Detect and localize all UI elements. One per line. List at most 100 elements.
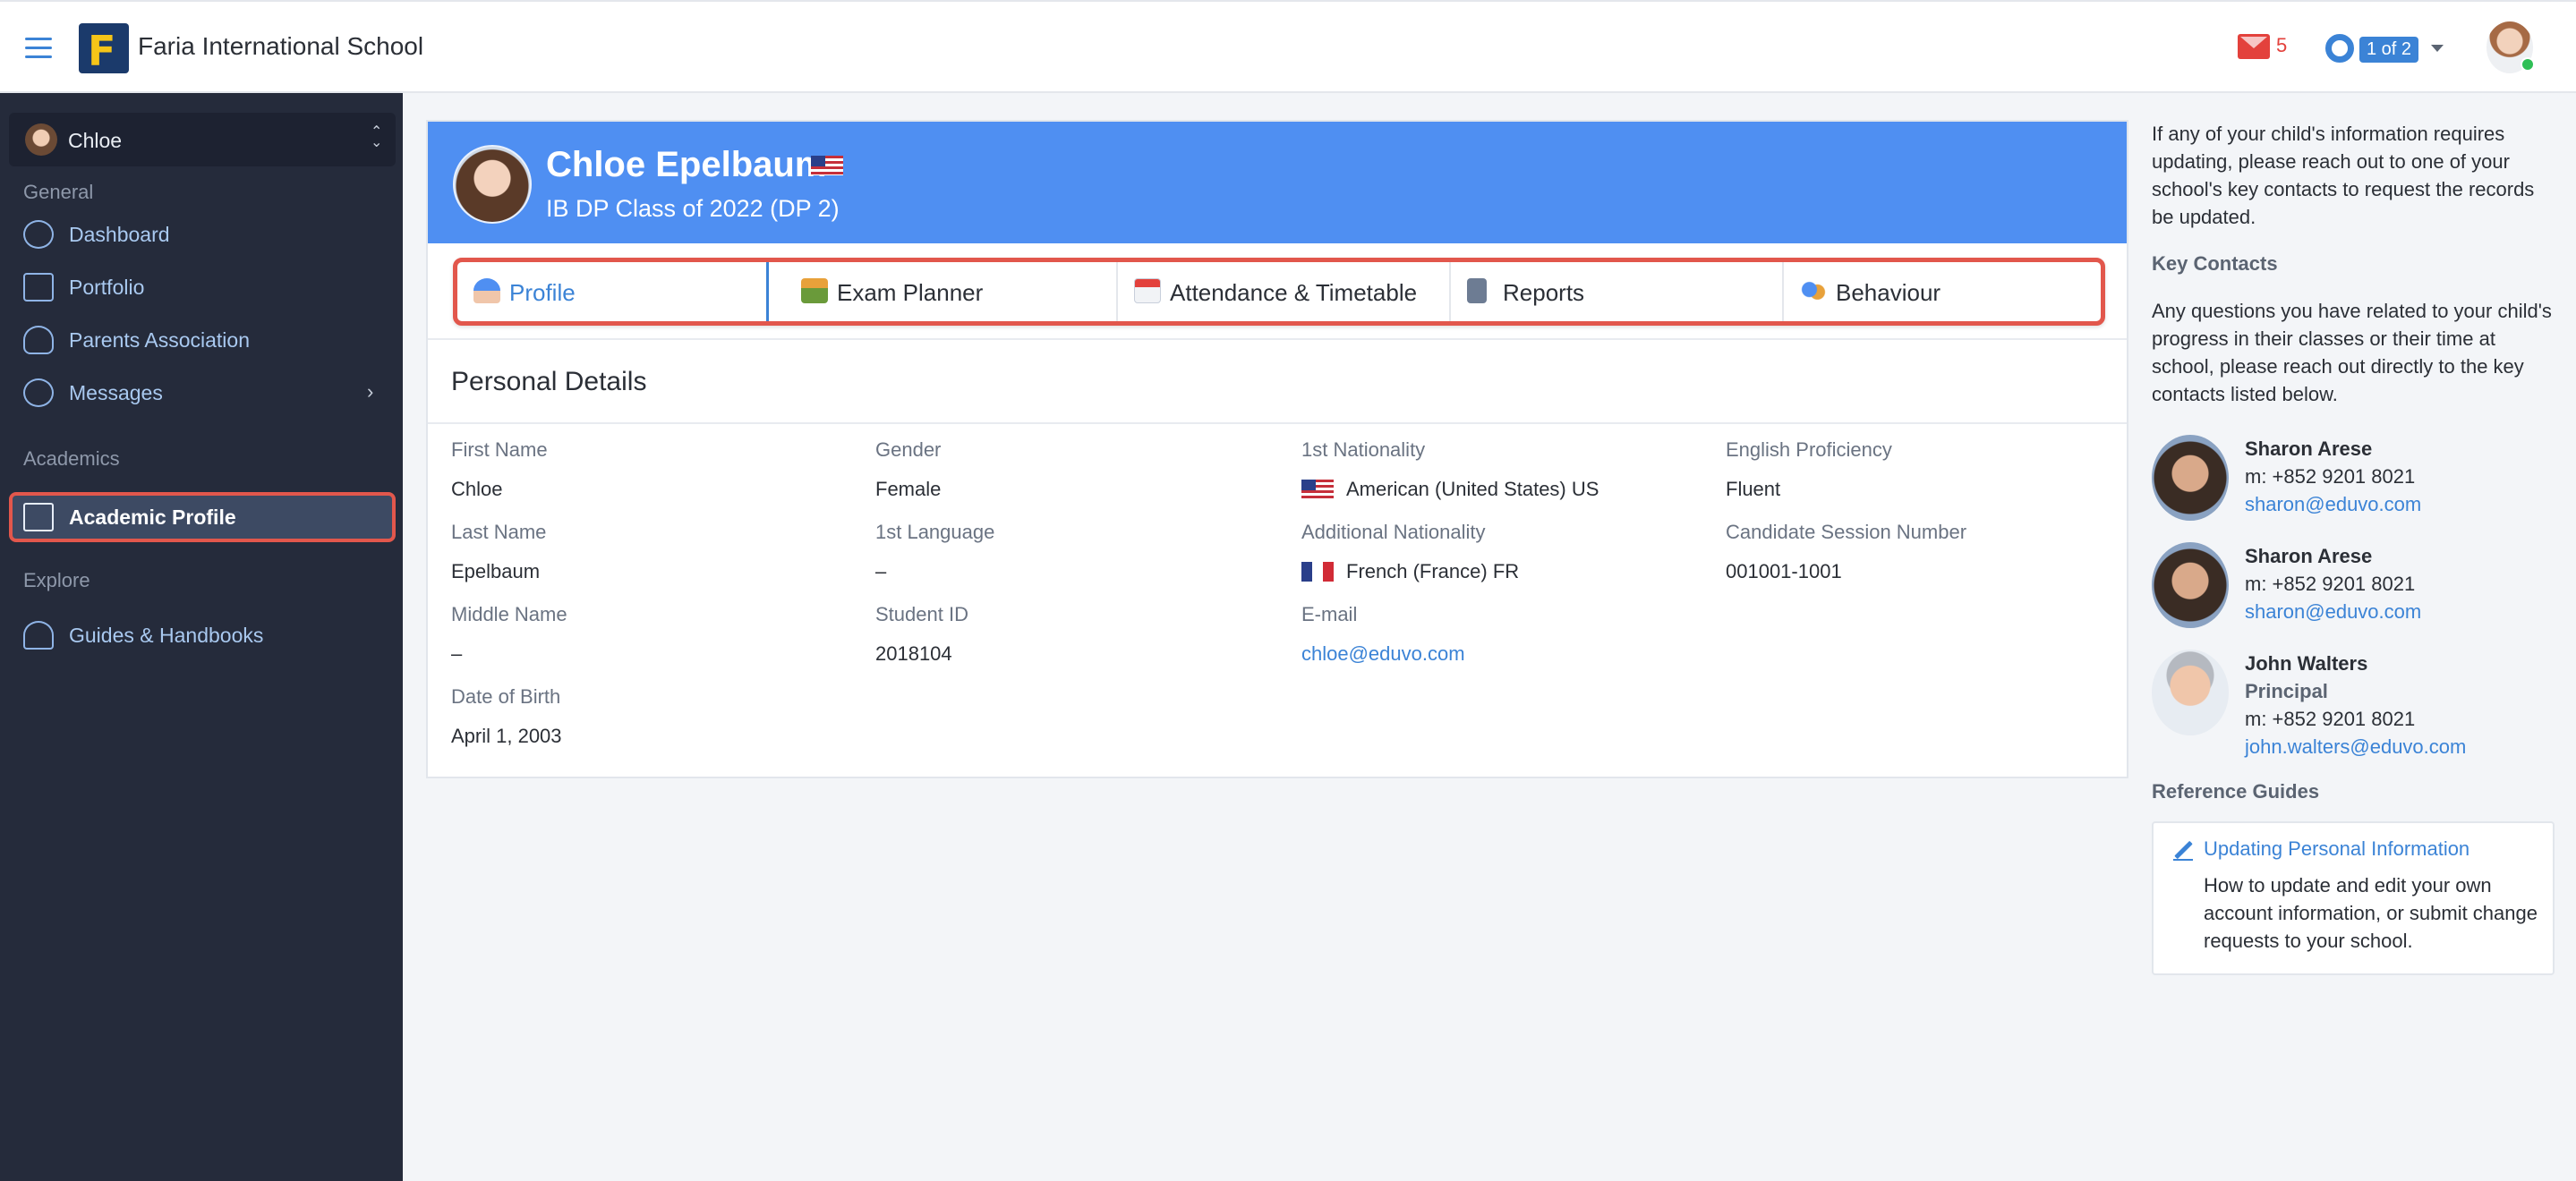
sidebar-item-label: Academic Profile (69, 506, 236, 529)
email-link[interactable]: chloe@eduvo.com (1301, 642, 1722, 666)
mail-icon[interactable] (2238, 34, 2270, 59)
tab-reports[interactable]: Reports (1451, 262, 1784, 321)
sidebar-item-label: Dashboard (69, 223, 170, 246)
field-label: Last Name (451, 521, 547, 543)
top-bar: F Faria International School 5 1 of 2 (0, 0, 2576, 93)
tab-label: Reports (1503, 279, 1585, 306)
field-english-proficiency: English Proficiency Fluent (1726, 438, 2146, 501)
tab-attendance-timetable[interactable]: Attendance & Timetable (1118, 262, 1451, 321)
sidebar-item-label: Guides & Handbooks (69, 624, 264, 647)
field-email: E-mail chloe@eduvo.com (1301, 603, 1722, 666)
contact-photo (2152, 650, 2229, 735)
contact-details: Sharon Arese m: +852 9201 8021 sharon@ed… (2245, 435, 2421, 518)
field-value: – (875, 560, 887, 582)
tab-exam-planner[interactable]: Exam Planner (785, 262, 1118, 321)
contact-card: Sharon Arese m: +852 9201 8021 sharon@ed… (2152, 435, 2555, 533)
field-label: E-mail (1301, 603, 1358, 625)
field-label: English Proficiency (1726, 438, 1892, 461)
nationality-text: French (France) FR (1346, 560, 1520, 582)
divider (428, 422, 2127, 424)
us-flag-icon (1301, 480, 1334, 499)
field-middle-name: Middle Name – (451, 603, 872, 666)
personal-details-title: Personal Details (451, 367, 647, 396)
field-value: 001001-1001 (1726, 560, 1842, 582)
field-label: Middle Name (451, 603, 567, 625)
field-first-name: First Name Chloe (451, 438, 872, 501)
dashboard-icon (23, 220, 54, 249)
field-value: April 1, 2003 (451, 725, 562, 747)
field-value: French (France) FR (1301, 560, 1722, 583)
field-label: 1st Nationality (1301, 438, 1426, 461)
child-selector[interactable]: Chloe ⌃ ⌄ (9, 113, 396, 166)
sidebar-item-messages[interactable]: Messages › (9, 368, 396, 418)
contact-details: Sharon Arese m: +852 9201 8021 sharon@ed… (2245, 542, 2421, 625)
field-last-name: Last Name Epelbaum (451, 521, 872, 583)
calendar-icon (1134, 278, 1161, 303)
exam-icon (801, 278, 828, 303)
student-name: Chloe Epelbaum (546, 145, 827, 184)
key-contacts-heading: Key Contacts (2152, 252, 2278, 275)
contact-phone: m: +852 9201 8021 (2245, 708, 2416, 730)
school-logo[interactable]: F (79, 23, 129, 75)
profile-card: Chloe Epelbaum IB DP Class of 2022 (DP 2… (426, 120, 2128, 778)
tab-profile[interactable]: Profile (457, 262, 769, 321)
child-name: Chloe (68, 129, 123, 152)
chevron-down-icon[interactable] (2431, 45, 2444, 52)
field-label: First Name (451, 438, 548, 461)
update-info-text: If any of your child's information requi… (2152, 123, 2535, 228)
child-avatar (25, 123, 57, 156)
field-student-id: Student ID 2018104 (875, 603, 1296, 666)
contact-details: John Walters Principal m: +852 9201 8021… (2245, 650, 2466, 760)
field-label: Candidate Session Number (1726, 521, 1967, 543)
contact-card: Sharon Arese m: +852 9201 8021 sharon@ed… (2152, 542, 2555, 641)
users-icon (23, 326, 54, 354)
chevron-right-icon: › (367, 380, 374, 403)
section-explore: Explore (23, 569, 90, 591)
behaviour-icon (1800, 278, 1827, 303)
tab-behaviour[interactable]: Behaviour (1784, 262, 2101, 321)
student-avatar (453, 145, 532, 224)
reference-guide-card: Updating Personal Information How to upd… (2152, 821, 2555, 975)
student-banner: Chloe Epelbaum IB DP Class of 2022 (DP 2… (428, 122, 2127, 243)
sidebar-item-guides-handbooks[interactable]: Guides & Handbooks (9, 610, 396, 660)
contact-card: John Walters Principal m: +852 9201 8021… (2152, 650, 2555, 766)
field-label: Additional Nationality (1301, 521, 1486, 543)
field-value: Epelbaum (451, 560, 541, 582)
help-icon[interactable] (2325, 34, 2354, 63)
contact-email-link[interactable]: sharon@eduvo.com (2245, 490, 2421, 518)
mail-count-badge[interactable]: 5 (2276, 34, 2287, 57)
contact-phone: m: +852 9201 8021 (2245, 465, 2416, 488)
fr-flag-icon (1301, 562, 1334, 582)
field-label: Date of Birth (451, 685, 561, 708)
sidebar-item-dashboard[interactable]: Dashboard (9, 209, 396, 259)
field-value: Chloe (451, 478, 503, 500)
field-value: Female (875, 478, 942, 500)
menu-icon[interactable] (25, 38, 52, 59)
sidebar-item-label: Portfolio (69, 276, 145, 299)
contact-phone: m: +852 9201 8021 (2245, 573, 2416, 595)
reference-guides-heading: Reference Guides (2152, 780, 2320, 803)
contact-email-link[interactable]: sharon@eduvo.com (2245, 598, 2421, 625)
contact-name: Sharon Arese (2245, 545, 2373, 567)
contact-name: John Walters (2245, 652, 2368, 675)
briefcase-icon (23, 273, 54, 302)
guides-icon (23, 621, 54, 650)
sidebar-item-academic-profile[interactable]: Academic Profile (9, 492, 396, 542)
field-gender: Gender Female (875, 438, 1296, 501)
pager-badge[interactable]: 1 of 2 (2359, 37, 2419, 63)
contact-name: Sharon Arese (2245, 438, 2373, 460)
key-contacts-text: Any questions you have related to your c… (2152, 300, 2552, 405)
field-additional-nationality: Additional Nationality French (France) F… (1301, 521, 1722, 583)
sidebar-item-parents-association[interactable]: Parents Association (9, 315, 396, 365)
us-flag-icon (811, 156, 843, 175)
guide-link[interactable]: Updating Personal Information (2204, 837, 2469, 861)
field-value: 2018104 (875, 642, 952, 665)
document-icon (23, 503, 54, 531)
school-name[interactable]: Faria International School (138, 32, 423, 61)
tab-label: Exam Planner (837, 279, 984, 306)
contact-email-link[interactable]: john.walters@eduvo.com (2245, 733, 2466, 760)
tab-label: Attendance & Timetable (1170, 279, 1418, 306)
field-first-language: 1st Language – (875, 521, 1296, 583)
guide-description: How to update and edit your own account … (2204, 874, 2538, 952)
sidebar-item-portfolio[interactable]: Portfolio (9, 262, 396, 312)
